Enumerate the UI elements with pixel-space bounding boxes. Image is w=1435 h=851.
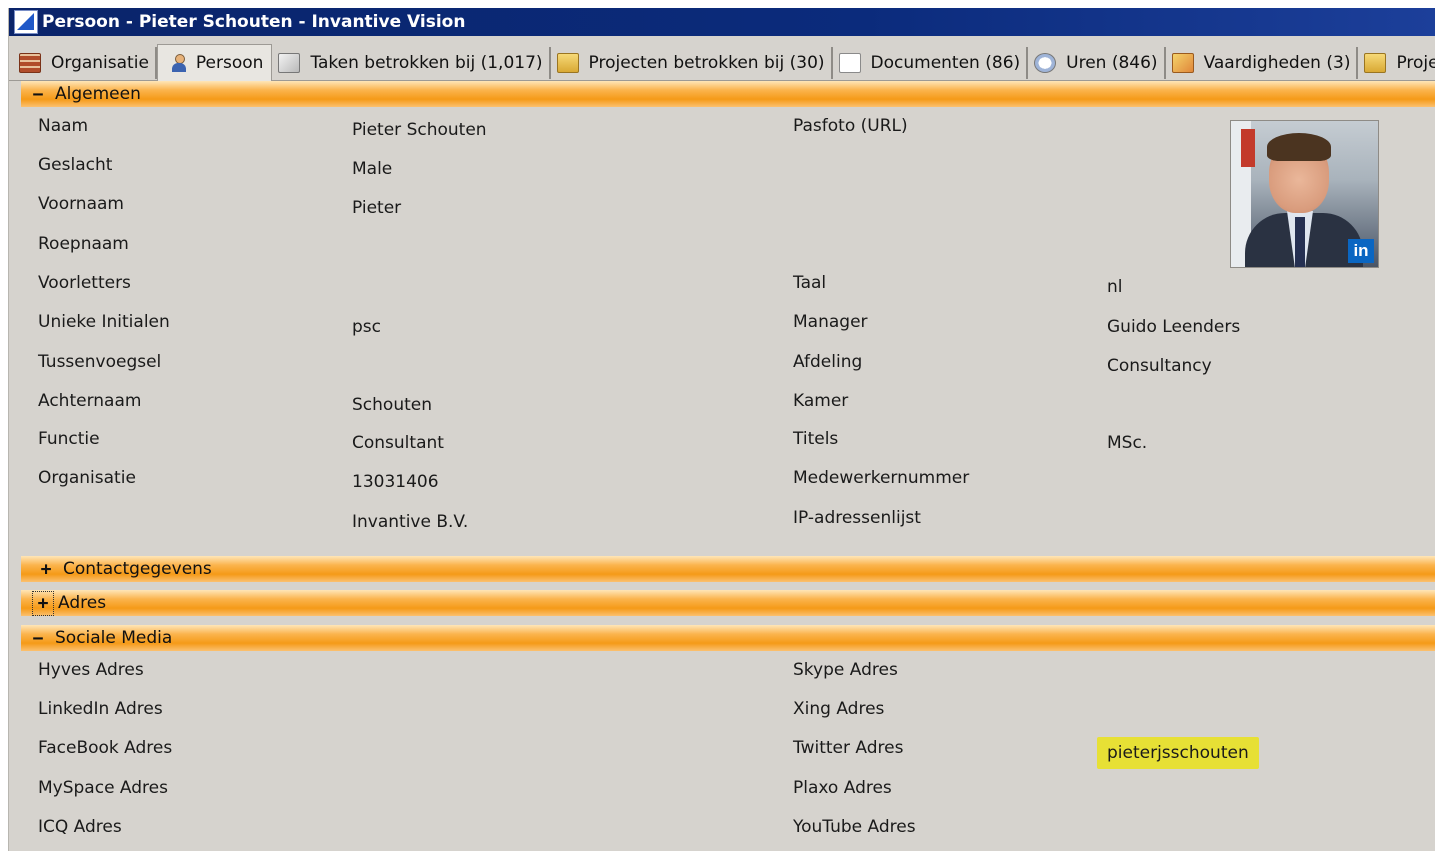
section-algemeen[interactable]: − Algemeen [21,81,1435,107]
value-naam[interactable]: Pieter Schouten [352,120,487,140]
tab-strip: Organisatie Persoon Taken betrokken bij … [9,42,1435,81]
label-icq: ICQ Adres [38,817,122,837]
label-twitter: Twitter Adres [793,738,904,758]
label-medewerkernummer: Medewerkernummer [793,468,970,488]
value-achternaam[interactable]: Schouten [352,395,432,415]
label-hyves: Hyves Adres [38,660,144,680]
label-naam: Naam [38,116,89,136]
value-manager[interactable]: Guido Leenders [1107,317,1240,337]
clock-icon [1034,53,1057,73]
label-plaxo: Plaxo Adres [793,778,892,798]
label-functie: Functie [38,429,100,449]
expand-icon[interactable]: + [32,590,54,616]
value-titels[interactable]: MSc. [1107,433,1147,453]
value-functie[interactable]: Consultant [352,433,444,453]
tab-vaardigheden[interactable]: Vaardigheden (3) [1165,47,1359,79]
collapse-icon[interactable]: − [29,84,47,105]
label-geslacht: Geslacht [38,155,113,175]
tab-uren[interactable]: Uren (846) [1028,47,1166,79]
tab-documenten[interactable]: Documenten (86) [832,47,1029,79]
section-title: Contactgegevens [63,559,212,579]
label-unieke-initialen: Unieke Initialen [38,312,170,332]
section-title: Sociale Media [55,628,173,648]
window-title: Persoon - Pieter Schouten - Invantive Vi… [42,12,466,32]
app-icon [14,10,38,34]
label-roepnaam: Roepnaam [38,234,129,254]
tab-projectallocaties[interactable]: Projectallocaties [1358,47,1435,79]
tab-label: Documenten (86) [870,53,1021,73]
photo-tie [1295,217,1305,267]
label-voornaam: Voornaam [38,194,124,214]
documents-icon [838,53,861,73]
label-kamer: Kamer [793,391,849,411]
label-taal: Taal [793,273,827,293]
skills-icon [1171,53,1194,73]
label-linkedin: LinkedIn Adres [38,699,163,719]
tab-label: Organisatie [51,53,149,73]
value-geslacht[interactable]: Male [352,159,392,179]
tasks-icon [278,53,301,73]
expand-icon[interactable]: + [37,559,55,580]
value-unieke-initialen[interactable]: psc [352,317,381,337]
value-organisatie-nummer[interactable]: 13031406 [352,472,439,492]
title-bar: Persoon - Pieter Schouten - Invantive Vi… [9,8,1435,36]
label-youtube: YouTube Adres [793,817,916,837]
value-voornaam[interactable]: Pieter [352,198,401,218]
collapse-icon[interactable]: − [29,628,47,649]
photo-hair [1267,133,1331,161]
label-manager: Manager [793,312,868,332]
label-pasfoto: Pasfoto (URL) [793,116,908,136]
photo-background-detail [1241,129,1255,167]
tab-label: Projecten betrokken bij (30) [588,53,825,73]
label-titels: Titels [793,429,839,449]
value-organisatie-naam[interactable]: Invantive B.V. [352,512,468,532]
organisation-icon [19,53,41,73]
tab-label: Persoon [195,53,264,73]
section-sociale-media[interactable]: − Sociale Media [21,625,1435,651]
linkedin-icon: in [1348,239,1374,263]
label-ip-adressenlijst: IP-adressenlijst [793,508,921,528]
label-achternaam: Achternaam [38,391,142,411]
tab-persoon[interactable]: Persoon [156,44,273,81]
section-adres[interactable]: + Adres [21,590,1435,616]
label-tussenvoegsel: Tussenvoegsel [38,352,162,372]
profile-photo[interactable]: in [1230,120,1379,268]
value-taal[interactable]: nl [1107,277,1123,297]
person-icon [171,54,186,72]
label-facebook: FaceBook Adres [38,738,173,758]
label-voorletters: Voorletters [38,273,131,293]
label-myspace: MySpace Adres [38,778,168,798]
label-afdeling: Afdeling [793,352,863,372]
section-contactgegevens[interactable]: + Contactgegevens [21,556,1435,582]
tab-organisatie[interactable]: Organisatie [13,47,157,79]
tab-projecten[interactable]: Projecten betrokken bij (30) [550,47,833,79]
person-window: Persoon - Pieter Schouten - Invantive Vi… [8,8,1435,851]
value-afdeling[interactable]: Consultancy [1107,356,1212,376]
tab-taken[interactable]: Taken betrokken bij (1,017) [272,47,551,79]
allocation-icon [1364,53,1387,73]
value-twitter[interactable]: pieterjsschouten [1097,737,1259,769]
tab-label: Vaardigheden (3) [1203,53,1351,73]
label-skype: Skype Adres [793,660,898,680]
tab-label: Projectallocaties [1396,53,1435,73]
section-title: Adres [58,593,107,613]
tab-label: Uren (846) [1066,53,1158,73]
tab-label: Taken betrokken bij (1,017) [310,53,543,73]
label-organisatie: Organisatie [38,468,136,488]
label-xing: Xing Adres [793,699,885,719]
projects-icon [556,53,579,73]
section-title: Algemeen [55,84,141,104]
